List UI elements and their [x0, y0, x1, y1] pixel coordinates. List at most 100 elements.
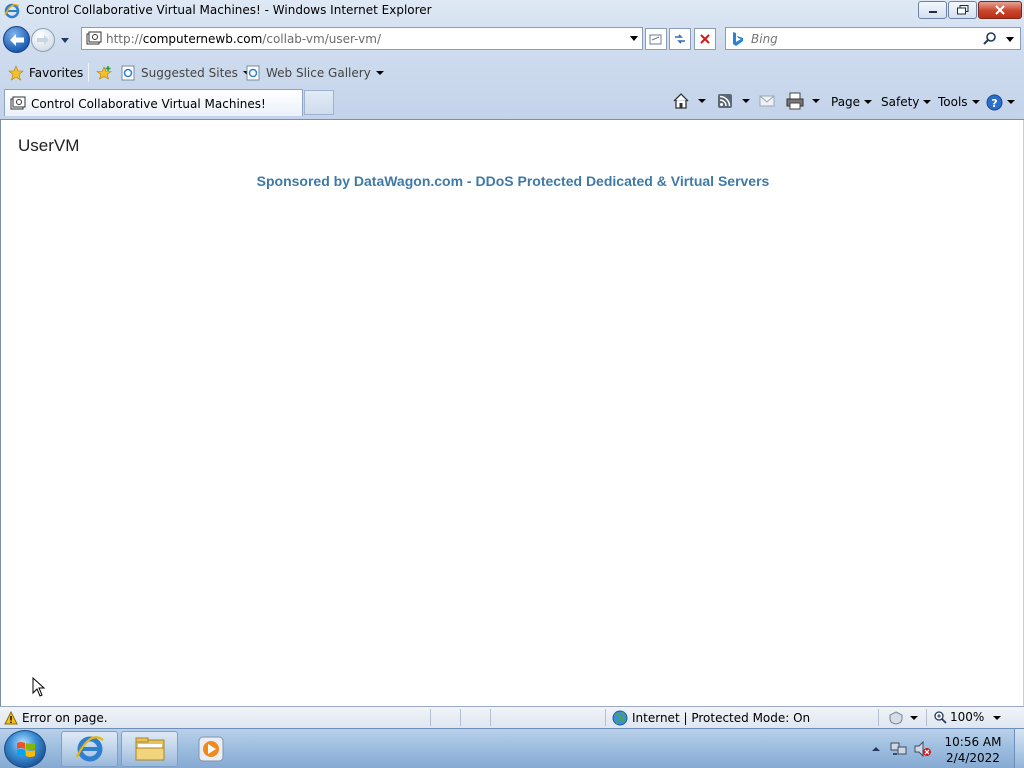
- protected-mode-settings-icon[interactable]: [888, 711, 904, 725]
- arrow-left-icon: [9, 33, 24, 46]
- read-mail-icon[interactable]: [759, 94, 775, 108]
- search-options-dropdown-icon[interactable]: [1005, 34, 1015, 44]
- search-box[interactable]: [725, 27, 1021, 50]
- chevron-down-icon: [1007, 100, 1015, 104]
- show-desktop-button[interactable]: [1014, 729, 1024, 768]
- status-bar: Error on page. Internet | Protected Mode…: [0, 706, 1024, 728]
- volume-muted-icon[interactable]: [914, 741, 932, 757]
- address-url[interactable]: http://computernewb.com/collab-vm/user-v…: [106, 32, 381, 46]
- media-player-icon: [198, 736, 223, 762]
- feeds-dropdown-icon[interactable]: [742, 99, 750, 103]
- svg-text:?: ?: [991, 97, 997, 110]
- compatibility-view-button[interactable]: [645, 28, 667, 50]
- show-hidden-icons-button[interactable]: [872, 747, 880, 751]
- home-dropdown-icon[interactable]: [698, 99, 706, 103]
- taskbar-windows-explorer[interactable]: [121, 731, 178, 767]
- page-icon: [86, 31, 102, 45]
- taskbar-internet-explorer[interactable]: [61, 731, 118, 767]
- web-slice-gallery-label: Web Slice Gallery: [266, 66, 371, 80]
- suggested-sites-button[interactable]: Suggested Sites: [120, 63, 251, 83]
- tab-control-collaborative-virtual-machines[interactable]: Control Collaborative Virtual Machines!: [4, 89, 303, 116]
- chevron-down-icon: [864, 100, 873, 104]
- web-slice-gallery-button[interactable]: Web Slice Gallery: [245, 63, 384, 83]
- restore-icon: [956, 5, 968, 15]
- safety-menu-button[interactable]: Safety: [881, 92, 932, 112]
- refresh-icon: [675, 34, 685, 44]
- rss-feeds-icon[interactable]: [717, 93, 733, 109]
- system-clock[interactable]: 10:56 AM 2/4/2022: [940, 734, 1006, 766]
- tools-menu-button[interactable]: Tools: [938, 92, 980, 112]
- sponsor-link[interactable]: Sponsored by DataWagon.com - DDoS Protec…: [1, 173, 1024, 189]
- add-to-favorites-bar-icon[interactable]: [96, 65, 113, 81]
- minimize-button[interactable]: [918, 1, 947, 19]
- compatibility-view-icon: [649, 34, 662, 45]
- stop-button[interactable]: [694, 28, 716, 50]
- window-controls: [917, 1, 1022, 20]
- globe-icon: [612, 710, 628, 726]
- chevron-down-icon: [971, 100, 980, 104]
- address-dropdown-icon[interactable]: [629, 33, 639, 43]
- stop-icon: [700, 34, 710, 44]
- page-title: UserVM: [18, 136, 80, 155]
- zoom-control[interactable]: 100%: [934, 710, 984, 724]
- ie-page-icon: [246, 65, 260, 81]
- forward-button[interactable]: [31, 28, 55, 52]
- refresh-button[interactable]: [669, 28, 691, 50]
- star-icon: [8, 65, 24, 81]
- taskbar-media-player[interactable]: [182, 731, 239, 767]
- warning-icon[interactable]: [4, 711, 18, 725]
- status-separator: [878, 709, 879, 726]
- start-button[interactable]: [4, 730, 46, 768]
- tab-row: Control Collaborative Virtual Machines! …: [0, 87, 1024, 119]
- internet-explorer-icon: [75, 736, 104, 762]
- page-icon: [10, 96, 26, 110]
- address-bar[interactable]: http://computernewb.com/collab-vm/user-v…: [81, 27, 643, 50]
- network-icon[interactable]: [890, 741, 908, 757]
- page-menu-button[interactable]: Page: [831, 92, 873, 112]
- home-icon[interactable]: [672, 92, 690, 110]
- favorites-bar: Favorites Suggested Sites Web Slice Gall…: [0, 59, 1024, 86]
- clock-time: 10:56 AM: [944, 735, 1002, 749]
- windows-logo-icon: [17, 742, 35, 757]
- help-menu-button[interactable]: ?: [986, 92, 1015, 112]
- tools-menu-label: Tools: [938, 95, 968, 109]
- print-dropdown-icon[interactable]: [812, 99, 820, 103]
- browser-chrome: Control Collaborative Virtual Machines! …: [0, 0, 1024, 120]
- new-tab-button[interactable]: [304, 90, 334, 115]
- web-page-viewport: UserVM Sponsored by DataWagon.com - DDoS…: [0, 119, 1024, 706]
- restore-button[interactable]: [948, 1, 977, 19]
- help-icon: ?: [986, 94, 1003, 110]
- tab-label: Control Collaborative Virtual Machines!: [31, 97, 266, 111]
- favorites-separator: [88, 63, 89, 82]
- security-zone-label: Internet | Protected Mode: On: [632, 711, 811, 725]
- minimize-icon: [928, 11, 937, 13]
- folder-icon: [135, 737, 164, 761]
- print-icon[interactable]: [786, 92, 804, 110]
- status-separator: [430, 709, 431, 726]
- window-title: Control Collaborative Virtual Machines! …: [26, 3, 432, 17]
- title-bar: Control Collaborative Virtual Machines! …: [0, 0, 1024, 22]
- favorites-button[interactable]: Favorites: [8, 63, 83, 83]
- mouse-cursor-icon: [32, 677, 46, 697]
- back-button[interactable]: [3, 26, 30, 53]
- recent-pages-dropdown-icon[interactable]: [58, 33, 72, 47]
- favorites-label: Favorites: [29, 66, 84, 80]
- status-message[interactable]: Error on page.: [22, 711, 108, 725]
- status-separator: [460, 709, 461, 726]
- close-button[interactable]: [978, 1, 1022, 19]
- zoom-level: 100%: [950, 710, 985, 724]
- safety-menu-label: Safety: [881, 95, 920, 109]
- protected-mode-dropdown-icon[interactable]: [910, 716, 918, 720]
- zoom-dropdown-icon[interactable]: [993, 716, 1001, 720]
- taskbar: 10:56 AM 2/4/2022: [0, 728, 1024, 768]
- status-separator: [605, 709, 606, 726]
- suggested-sites-label: Suggested Sites: [141, 66, 238, 80]
- clock-date: 2/4/2022: [946, 751, 1000, 765]
- search-input[interactable]: [751, 31, 981, 47]
- ie-page-icon: [121, 65, 135, 81]
- search-icon[interactable]: [982, 31, 998, 47]
- security-zone[interactable]: Internet | Protected Mode: On: [612, 710, 810, 726]
- status-separator: [926, 709, 927, 726]
- navigation-row: http://computernewb.com/collab-vm/user-v…: [0, 24, 1024, 54]
- bing-icon: [733, 32, 743, 46]
